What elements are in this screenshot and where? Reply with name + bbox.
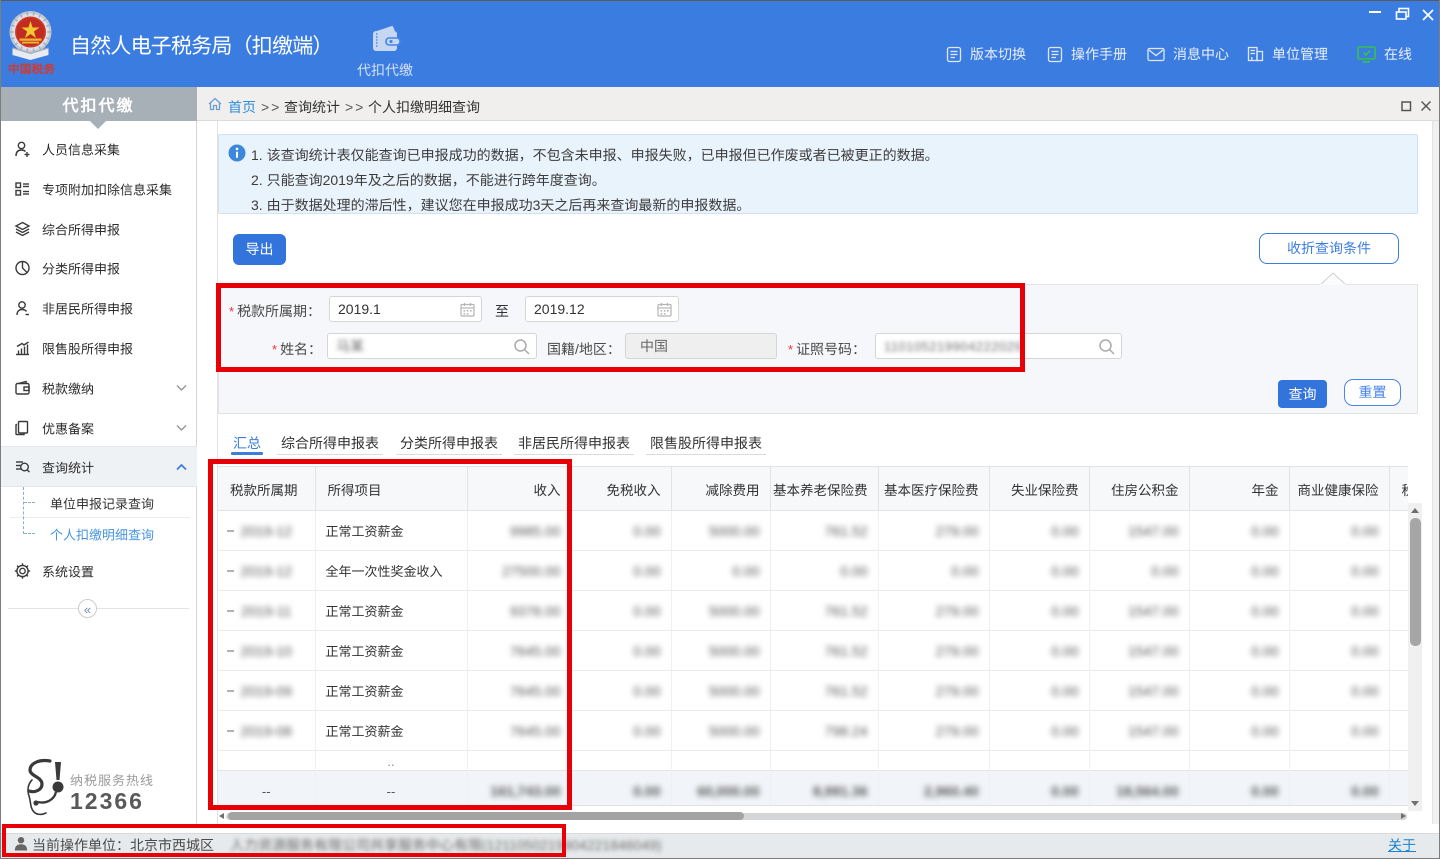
svg-text:中国税务: 中国税务 [8, 61, 56, 77]
